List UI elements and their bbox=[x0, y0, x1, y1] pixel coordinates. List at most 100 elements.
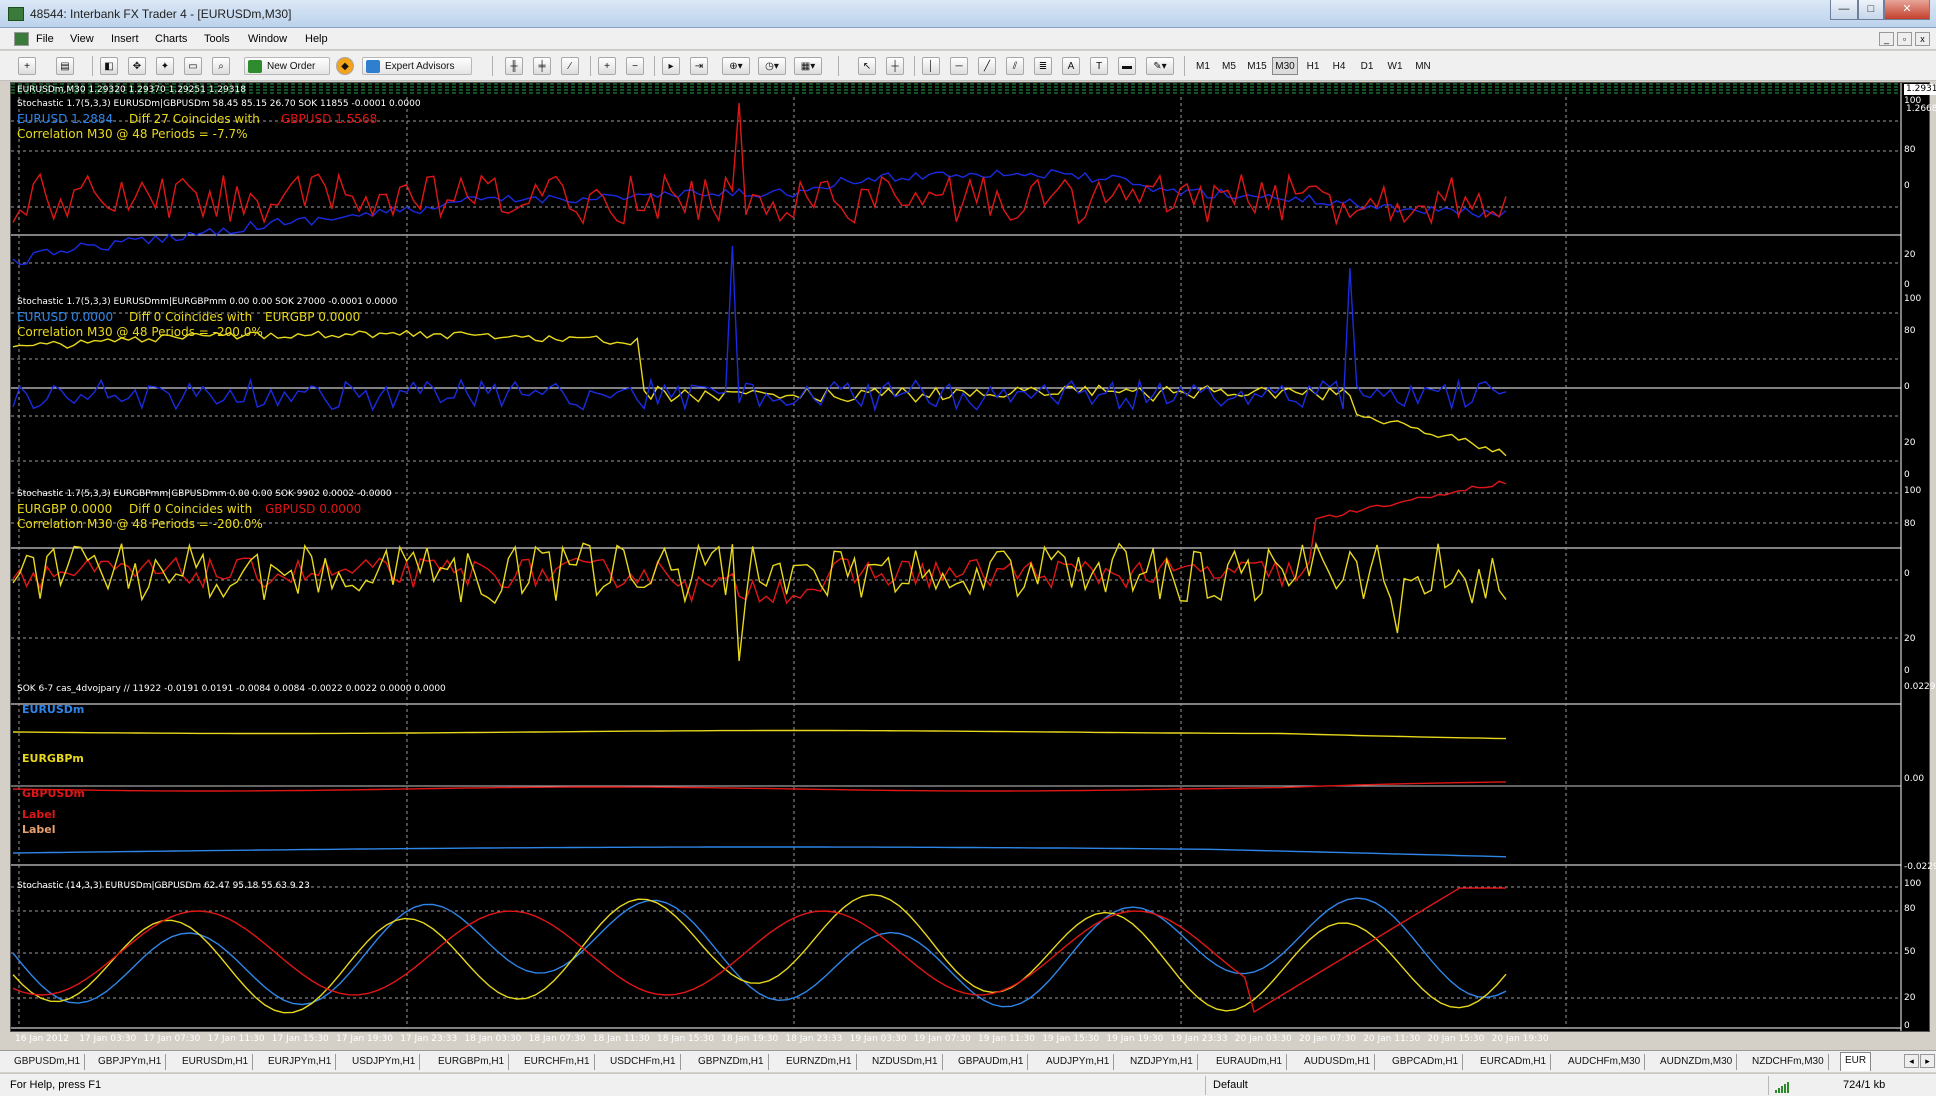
timeframe-h1[interactable]: H1 bbox=[1302, 57, 1324, 75]
new-chart-icon[interactable]: + bbox=[18, 57, 36, 75]
time-axis-label: 17 Jan 15:30 bbox=[271, 1034, 329, 1044]
tab-scroll-right-icon[interactable]: ▸ bbox=[1920, 1054, 1935, 1068]
new-order-button[interactable]: New Order bbox=[244, 57, 330, 75]
mdi-restore-icon[interactable]: ▫ bbox=[1897, 32, 1912, 46]
chart-window[interactable]: EURUSDm,M30 1.29320 1.29370 1.29251 1.29… bbox=[10, 82, 1936, 1044]
chart-tab[interactable]: GBPJPYm,H1 bbox=[94, 1054, 167, 1070]
time-axis-label: 20 Jan 07:30 bbox=[1299, 1034, 1356, 1044]
chart-window-icon[interactable] bbox=[14, 32, 29, 46]
chart-tab[interactable]: GBPAUDm,H1 bbox=[954, 1054, 1029, 1070]
line-chart-icon[interactable]: ∕ bbox=[561, 57, 579, 75]
data-window-icon[interactable]: ✥ bbox=[128, 57, 146, 75]
timeframe-m15[interactable]: M15 bbox=[1244, 57, 1270, 75]
main-chart-label: EURUSDm,M30 1.29320 1.29370 1.29251 1.29… bbox=[17, 85, 246, 95]
panel1-axis-bottom: 0 bbox=[1904, 280, 1910, 290]
timeframe-w1[interactable]: W1 bbox=[1384, 57, 1406, 75]
expert-advisors-button[interactable]: Expert Advisors bbox=[362, 57, 472, 75]
strategy-tester-icon[interactable]: ⌕ bbox=[212, 57, 230, 75]
candlestick-icon[interactable]: ╪ bbox=[533, 57, 551, 75]
trendline-icon[interactable]: ╱ bbox=[978, 57, 996, 75]
chart-tab[interactable]: GBPCADm,H1 bbox=[1388, 1054, 1464, 1070]
price-low-label: 1.26680 bbox=[1906, 104, 1936, 114]
panel1-axis-100: 100 bbox=[1904, 96, 1922, 106]
chart-tab[interactable]: NZDUSDm,H1 bbox=[868, 1054, 943, 1070]
bar-chart-icon[interactable]: ╫ bbox=[505, 57, 523, 75]
chart-tab[interactable]: NZDJPYm,H1 bbox=[1126, 1054, 1198, 1070]
panel1-correlation: Correlation M30 @ 48 Periods = -7.7% bbox=[17, 127, 248, 141]
timeframe-mn[interactable]: MN bbox=[1412, 57, 1434, 75]
menu-help[interactable]: Help bbox=[305, 33, 328, 45]
market-watch-icon[interactable]: ◧ bbox=[100, 57, 118, 75]
current-price-box: 1.29318 bbox=[1904, 84, 1936, 95]
chart-tab[interactable]: GBPUSDm,H1 bbox=[10, 1054, 86, 1070]
chart-tab[interactable]: NZDCHFm,M30 bbox=[1748, 1054, 1829, 1070]
zoom-in-icon[interactable]: + bbox=[598, 57, 616, 75]
tab-scroll-left-icon[interactable]: ◂ bbox=[1904, 1054, 1919, 1068]
chart-tab[interactable]: AUDNZDm,M30 bbox=[1656, 1054, 1738, 1070]
chart-tab[interactable]: USDCHFm,H1 bbox=[606, 1054, 681, 1070]
menu-insert[interactable]: Insert bbox=[111, 33, 139, 45]
profiles-icon[interactable]: ▤ bbox=[56, 57, 74, 75]
menu-charts[interactable]: Charts bbox=[155, 33, 187, 45]
chart-tab[interactable]: GBPNZDm,H1 bbox=[694, 1054, 769, 1070]
periods-icon[interactable]: ◷▾ bbox=[758, 57, 786, 75]
templates-icon[interactable]: ▦▾ bbox=[794, 57, 822, 75]
panel5-header: Stochastic (14,3,3) EURUSDm|GBPUSDm 62.4… bbox=[17, 881, 310, 891]
mdi-close-icon[interactable]: x bbox=[1915, 32, 1930, 46]
indicators-icon[interactable]: ⊕▾ bbox=[722, 57, 750, 75]
terminal-icon[interactable]: ▭ bbox=[184, 57, 202, 75]
text-icon[interactable]: A bbox=[1062, 57, 1080, 75]
timeframe-d1[interactable]: D1 bbox=[1356, 57, 1378, 75]
text-label-icon[interactable]: T bbox=[1090, 57, 1108, 75]
timeframe-m30[interactable]: M30 bbox=[1272, 57, 1298, 75]
panel1-axis-0: 0 bbox=[1904, 181, 1910, 191]
menu-tools[interactable]: Tools bbox=[204, 33, 230, 45]
autoscroll-icon[interactable]: ▸ bbox=[662, 57, 680, 75]
chart-tab[interactable]: AUDJPYm,H1 bbox=[1042, 1054, 1115, 1070]
status-traffic: 724/1 kb bbox=[1843, 1079, 1886, 1091]
chart-tab[interactable]: AUDUSDm,H1 bbox=[1300, 1054, 1376, 1070]
panel3-axis-20: 20 bbox=[1904, 634, 1916, 644]
timeframe-h4[interactable]: H4 bbox=[1328, 57, 1350, 75]
crosshair-icon[interactable]: ┼ bbox=[886, 57, 904, 75]
time-axis-label: 19 Jan 07:30 bbox=[913, 1034, 971, 1044]
horizontal-line-icon[interactable]: ─ bbox=[950, 57, 968, 75]
minimize-button[interactable]: — bbox=[1830, 0, 1858, 20]
chart-tab[interactable]: USDJPYm,H1 bbox=[348, 1054, 421, 1070]
chart-shift-icon[interactable]: ⇥ bbox=[690, 57, 708, 75]
vertical-line-icon[interactable]: │ bbox=[922, 57, 940, 75]
cursor-icon[interactable]: ↖ bbox=[858, 57, 876, 75]
maximize-button[interactable]: □ bbox=[1858, 0, 1884, 20]
panel4-series-eurgbp bbox=[12, 729, 1507, 740]
timeframe-m5[interactable]: M5 bbox=[1218, 57, 1240, 75]
panel4-label-2: Label bbox=[22, 823, 56, 836]
chart-tab[interactable]: EURCADm,H1 bbox=[1476, 1054, 1552, 1070]
time-axis-label: 17 Jan 03:30 bbox=[79, 1034, 137, 1044]
menu-window[interactable]: Window bbox=[248, 33, 287, 45]
mdi-minimize-icon[interactable]: _ bbox=[1879, 32, 1894, 46]
zoom-out-icon[interactable]: − bbox=[626, 57, 644, 75]
chart-tab[interactable]: AUDCHFm,M30 bbox=[1564, 1054, 1646, 1070]
chart-tab[interactable]: EURCHFm,H1 bbox=[520, 1054, 595, 1070]
timeframe-m1[interactable]: M1 bbox=[1192, 57, 1214, 75]
fibonacci-icon[interactable]: ≣ bbox=[1034, 57, 1052, 75]
chart-tab[interactable]: EURJPYm,H1 bbox=[264, 1054, 337, 1070]
chart-tab[interactable]: EURAUDm,H1 bbox=[1212, 1054, 1288, 1070]
chart-tab[interactable]: EUR bbox=[1840, 1052, 1872, 1071]
time-axis-label: 18 Jan 15:30 bbox=[657, 1034, 714, 1044]
panel1-axis-20: 20 bbox=[1904, 250, 1916, 260]
status-profile[interactable]: Default bbox=[1213, 1079, 1248, 1091]
time-axis-label: 17 Jan 23:33 bbox=[400, 1034, 458, 1044]
chart-tab[interactable]: EURUSDm,H1 bbox=[178, 1054, 254, 1070]
arrows-icon[interactable]: ✎▾ bbox=[1146, 57, 1174, 75]
chart-tab[interactable]: EURGBPm,H1 bbox=[434, 1054, 510, 1070]
menu-view[interactable]: View bbox=[70, 33, 94, 45]
menu-file[interactable]: File bbox=[36, 33, 54, 45]
metaeditor-icon[interactable]: ◆ bbox=[336, 57, 354, 75]
toolbar: + ▤ ◧ ✥ ✦ ▭ ⌕ New Order ◆ Expert Advisor… bbox=[0, 51, 1936, 81]
navigator-icon[interactable]: ✦ bbox=[156, 57, 174, 75]
equidistant-channel-icon[interactable]: ⫽ bbox=[1006, 57, 1024, 75]
rectangle-icon[interactable]: ▬ bbox=[1118, 57, 1136, 75]
chart-tab[interactable]: EURNZDm,H1 bbox=[782, 1054, 857, 1070]
close-button[interactable]: ✕ bbox=[1884, 0, 1930, 20]
